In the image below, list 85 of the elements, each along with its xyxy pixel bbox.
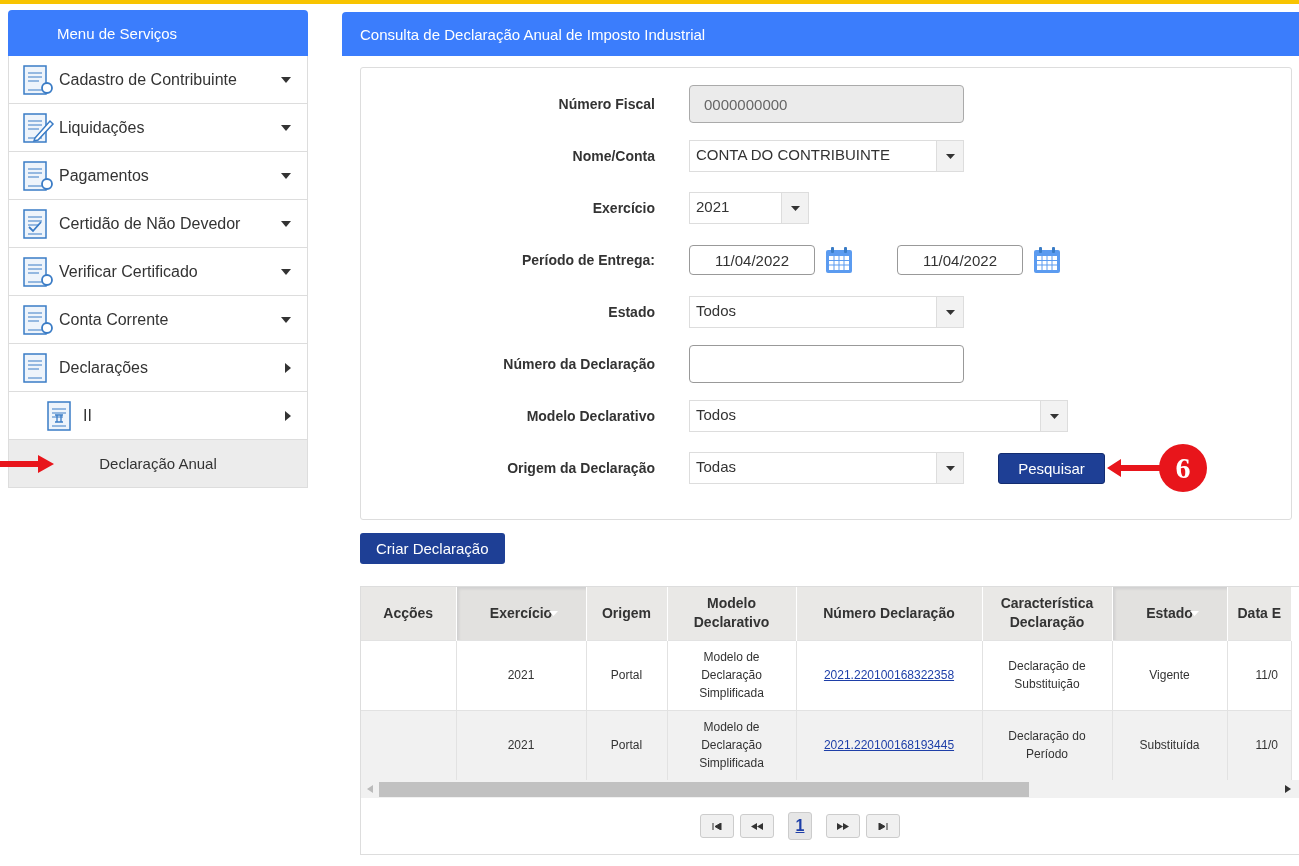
field-label: Número da Declaração (502, 356, 655, 372)
column-header[interactable]: Acções (361, 587, 456, 640)
next-page-button[interactable] (826, 814, 860, 838)
field-label: Nome/Conta (571, 148, 655, 164)
field-label: Modelo Declarativo (525, 408, 655, 424)
table-cell: Vigente (1149, 668, 1190, 682)
field-label: Exercício (591, 200, 655, 216)
field-label: Estado (607, 304, 655, 320)
first-page-button[interactable] (700, 814, 734, 838)
input-field[interactable] (689, 345, 964, 383)
declaration-number-link[interactable]: 2021.220100168193445 (823, 738, 955, 753)
menu-item[interactable]: Pagamentos (8, 152, 308, 200)
column-header[interactable]: Origem (586, 587, 667, 640)
calendar-icon[interactable] (1033, 246, 1061, 274)
last-page-icon (878, 822, 888, 830)
table-cell: 11/0 (1255, 668, 1278, 682)
table-cell: Substituída (1139, 738, 1200, 753)
menu-item[interactable]: Verificar Certificado (8, 248, 308, 296)
caret-down-icon (945, 465, 955, 471)
step-number-badge: 6 (1159, 444, 1207, 492)
page-number-button[interactable]: 1 (788, 812, 812, 840)
dropdown-select[interactable]: Todos (689, 400, 1068, 432)
scroll-right-icon[interactable] (1285, 785, 1291, 793)
menu-item[interactable]: Cadastro de Contribuinte (8, 56, 308, 104)
caret-down-icon (281, 268, 291, 275)
caret-down-icon (281, 172, 291, 179)
menu-item[interactable]: Declarações (8, 344, 308, 392)
document-magnifier-icon (21, 159, 55, 192)
caret-down-icon (281, 316, 291, 323)
table-cell: Modelo de Declaração Simplificada (699, 650, 764, 700)
panel-title: Consulta de Declaração Anual de Imposto Industrial (342, 12, 1299, 56)
caret-down-icon (945, 309, 955, 315)
caret-down-icon (281, 220, 291, 227)
create-declaration-button[interactable]: Criar Declaração (360, 533, 505, 564)
date-field[interactable]: 11/04/2022 (689, 245, 815, 275)
column-header[interactable]: Data E (1227, 587, 1291, 640)
date-field[interactable]: 11/04/2022 (897, 245, 1023, 275)
column-header[interactable]: Exercício (456, 587, 586, 640)
caret-right-icon (285, 362, 291, 373)
first-page-icon (712, 822, 722, 830)
document-magnifier-icon (21, 303, 55, 336)
table-cell: Modelo de Declaração Simplificada (699, 720, 764, 771)
dropdown-select[interactable]: 2021 (689, 192, 809, 224)
caret-down-icon (281, 124, 291, 131)
callout-arrow-icon (0, 452, 56, 476)
table-cell: 2021 (507, 668, 535, 682)
menu-item[interactable]: Conta Corrente (8, 296, 308, 344)
table-cell: Portal (610, 738, 643, 753)
document-magnifier-icon (21, 63, 55, 96)
declaration-number-link[interactable]: 2021.220100168322358 (823, 668, 955, 682)
sidebar-title: Menu de Serviços (8, 10, 308, 56)
menu-item[interactable]: Liquidações (8, 104, 308, 152)
document-pencil-icon (21, 111, 55, 144)
last-page-button[interactable] (866, 814, 900, 838)
column-header[interactable]: Característica Declaração (982, 587, 1112, 640)
next-page-icon (837, 822, 849, 830)
caret-down-icon (281, 76, 291, 83)
field-label: Período de Entrega: (520, 252, 655, 268)
fiscal-number-field[interactable]: 0000000000 (689, 85, 964, 123)
table-cell: 11/0 (1255, 738, 1278, 753)
table-cell: Portal (610, 668, 643, 682)
calendar-icon[interactable] (825, 246, 853, 274)
caret-right-icon (285, 410, 291, 421)
dropdown-select[interactable]: Todas (689, 452, 964, 484)
menu-item[interactable]: II (8, 392, 308, 440)
table-cell: 2021 (507, 738, 535, 753)
search-button[interactable]: Pesquisar (998, 452, 1105, 484)
previous-page-icon (751, 822, 763, 830)
column-header[interactable]: Número Declaração (796, 587, 982, 640)
column-header[interactable]: Estado (1112, 587, 1227, 640)
dropdown-select[interactable]: CONTA DO CONTRIBUINTE (689, 140, 964, 172)
document-magnifier-icon (21, 255, 55, 288)
dropdown-select[interactable]: Todos (689, 296, 964, 328)
horizontal-scrollbar[interactable] (361, 780, 1299, 798)
caret-down-icon (945, 153, 955, 159)
previous-page-button[interactable] (740, 814, 774, 838)
caret-down-icon (790, 205, 800, 211)
menu-item[interactable]: Declaração Anual (8, 440, 308, 488)
field-label: Número Fiscal (557, 96, 655, 112)
column-header[interactable]: Modelo Declarativo (667, 587, 796, 640)
field-label: Origem da Declaração (506, 460, 655, 476)
table-cell: Declaração de Substituição (1008, 659, 1086, 691)
menu-item[interactable]: Certidão de Não Devedor (8, 200, 308, 248)
table-cell: Declaração do Período (1008, 729, 1086, 762)
caret-down-icon (1049, 413, 1059, 419)
